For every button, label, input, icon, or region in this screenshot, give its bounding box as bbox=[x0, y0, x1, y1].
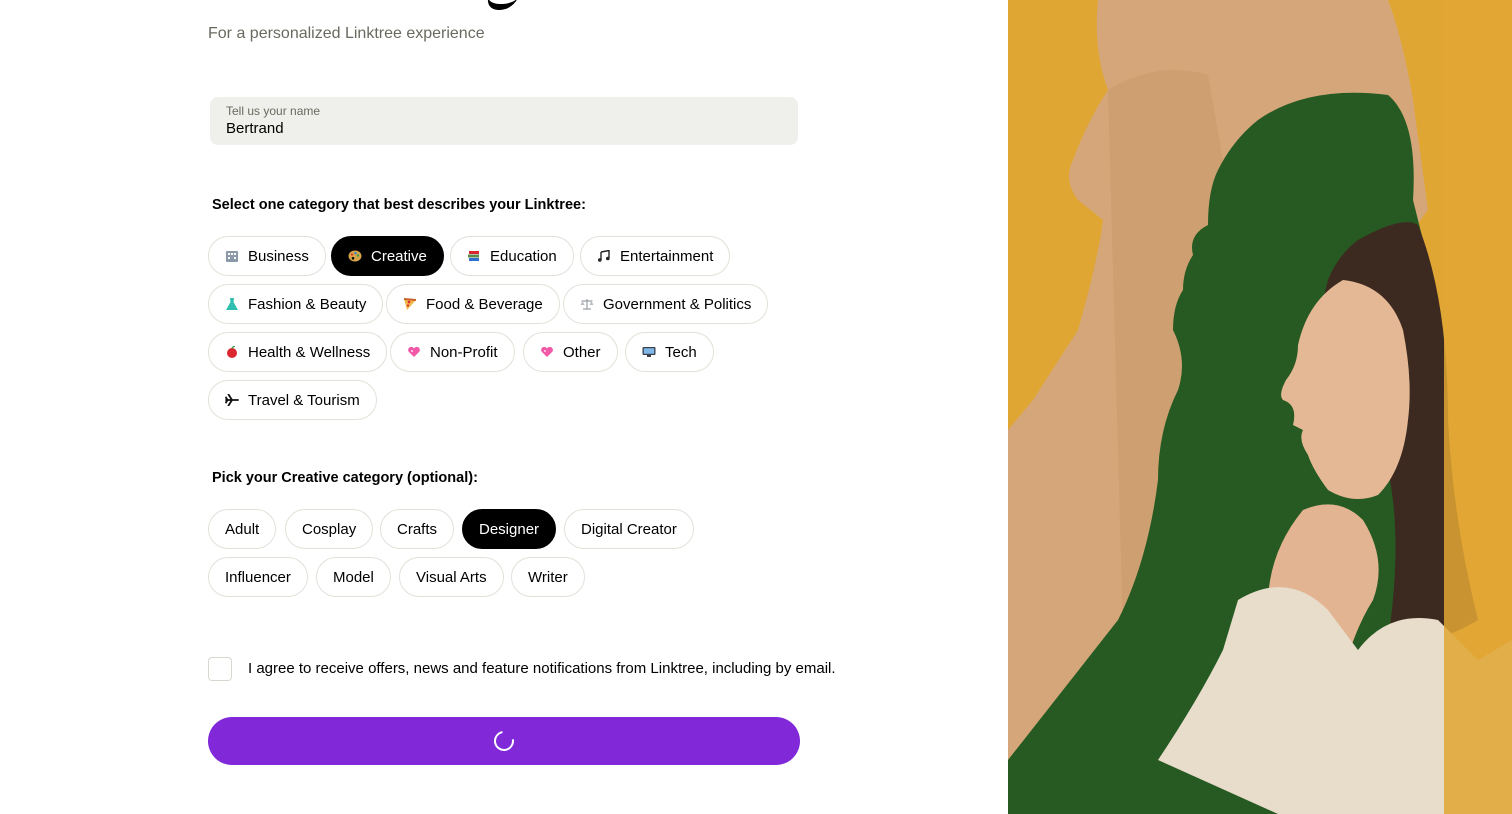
category-chip-food-beverage[interactable]: Food & Beverage bbox=[386, 284, 560, 324]
category-chip-label: Food & Beverage bbox=[426, 295, 543, 313]
continue-button[interactable] bbox=[208, 717, 800, 765]
category-chip-education[interactable]: Education bbox=[450, 236, 574, 276]
category-section-title: Select one category that best describes … bbox=[212, 197, 586, 213]
subcategory-chip-cosplay[interactable]: Cosplay bbox=[285, 509, 374, 549]
consent-label: I agree to receive offers, news and feat… bbox=[248, 660, 836, 677]
subcategory-chip-writer[interactable]: Writer bbox=[511, 557, 585, 597]
dress-icon bbox=[226, 298, 238, 310]
office-building-icon bbox=[226, 251, 238, 262]
pizza-icon bbox=[403, 298, 417, 310]
subcategory-chip-visual-arts[interactable]: Visual Arts bbox=[399, 557, 504, 597]
category-chip-label: Travel & Tourism bbox=[248, 391, 360, 409]
page-title-cropped bbox=[484, 0, 522, 10]
category-chip-travel-tourism[interactable]: Travel & Tourism bbox=[208, 380, 377, 420]
category-chip-government-politics[interactable]: Government & Politics bbox=[563, 284, 769, 324]
category-chip-health-wellness[interactable]: Health & Wellness bbox=[208, 332, 388, 372]
category-chip-label: Creative bbox=[371, 247, 427, 265]
subcategory-chip-digital-creator[interactable]: Digital Creator bbox=[564, 509, 694, 549]
subcategory-chip-label: Cosplay bbox=[302, 520, 357, 538]
category-chip-non-profit[interactable]: Non-Profit bbox=[390, 332, 515, 372]
woman-in-profile-collage bbox=[1008, 0, 1512, 814]
desktop-computer-icon bbox=[642, 347, 656, 357]
name-input[interactable] bbox=[226, 120, 782, 137]
category-chip-business[interactable]: Business bbox=[208, 236, 326, 276]
subcategory-chip-model[interactable]: Model bbox=[316, 557, 391, 597]
category-chip-fashion-beauty[interactable]: Fashion & Beauty bbox=[208, 284, 384, 324]
category-chip-label: Fashion & Beauty bbox=[248, 295, 367, 313]
subcategory-chip-label: Visual Arts bbox=[416, 568, 487, 586]
airplane-icon bbox=[225, 394, 239, 406]
subcategory-section-title: Pick your Creative category (optional): bbox=[212, 470, 478, 486]
subcategory-chip-label: Designer bbox=[479, 520, 540, 538]
subcategory-chip-influencer[interactable]: Influencer bbox=[208, 557, 308, 597]
subcategory-chip-label: Writer bbox=[528, 568, 568, 586]
artist-palette-icon bbox=[348, 250, 362, 262]
subcategory-chip-label: Influencer bbox=[225, 568, 291, 586]
hero-image bbox=[1008, 0, 1512, 814]
category-chip-tech[interactable]: Tech bbox=[625, 332, 714, 372]
name-field[interactable]: Tell us your name bbox=[210, 97, 798, 145]
category-chip-label: Other bbox=[563, 343, 601, 361]
category-chip-label: Education bbox=[490, 247, 557, 265]
subcategory-chip-crafts[interactable]: Crafts bbox=[380, 509, 455, 549]
loading-spinner-icon bbox=[490, 727, 518, 755]
category-chip-label: Government & Politics bbox=[603, 295, 752, 313]
category-chip-label: Health & Wellness bbox=[248, 343, 371, 361]
name-field-label: Tell us your name bbox=[226, 104, 321, 118]
signup-form-panel: For a personalized Linktree experience T… bbox=[0, 0, 1008, 814]
consent-checkbox[interactable] bbox=[208, 657, 232, 681]
page-subtitle: For a personalized Linktree experience bbox=[208, 25, 485, 42]
category-chip-entertainment[interactable]: Entertainment bbox=[580, 236, 731, 276]
sparkling-heart-icon bbox=[541, 346, 553, 357]
balance-scale-icon bbox=[580, 299, 594, 310]
subcategory-chip-label: Crafts bbox=[397, 520, 438, 538]
musical-notes-icon bbox=[598, 250, 610, 262]
category-chip-other[interactable]: Other bbox=[523, 332, 618, 372]
category-chip-creative[interactable]: Creative bbox=[331, 236, 444, 276]
subcategory-chip-adult[interactable]: Adult bbox=[208, 509, 277, 549]
sparkling-heart-icon bbox=[408, 346, 420, 357]
apple-icon bbox=[227, 346, 237, 358]
category-chip-label: Entertainment bbox=[620, 247, 714, 265]
category-chip-label: Non-Profit bbox=[430, 343, 498, 361]
category-chip-label: Business bbox=[248, 247, 309, 265]
subcategory-chip-label: Model bbox=[333, 568, 374, 586]
subcategory-chip-label: Digital Creator bbox=[581, 520, 677, 538]
subcategory-chip-label: Adult bbox=[225, 520, 260, 538]
subcategory-chip-designer[interactable]: Designer bbox=[462, 509, 557, 549]
category-chip-label: Tech bbox=[665, 343, 697, 361]
books-icon bbox=[468, 251, 479, 261]
